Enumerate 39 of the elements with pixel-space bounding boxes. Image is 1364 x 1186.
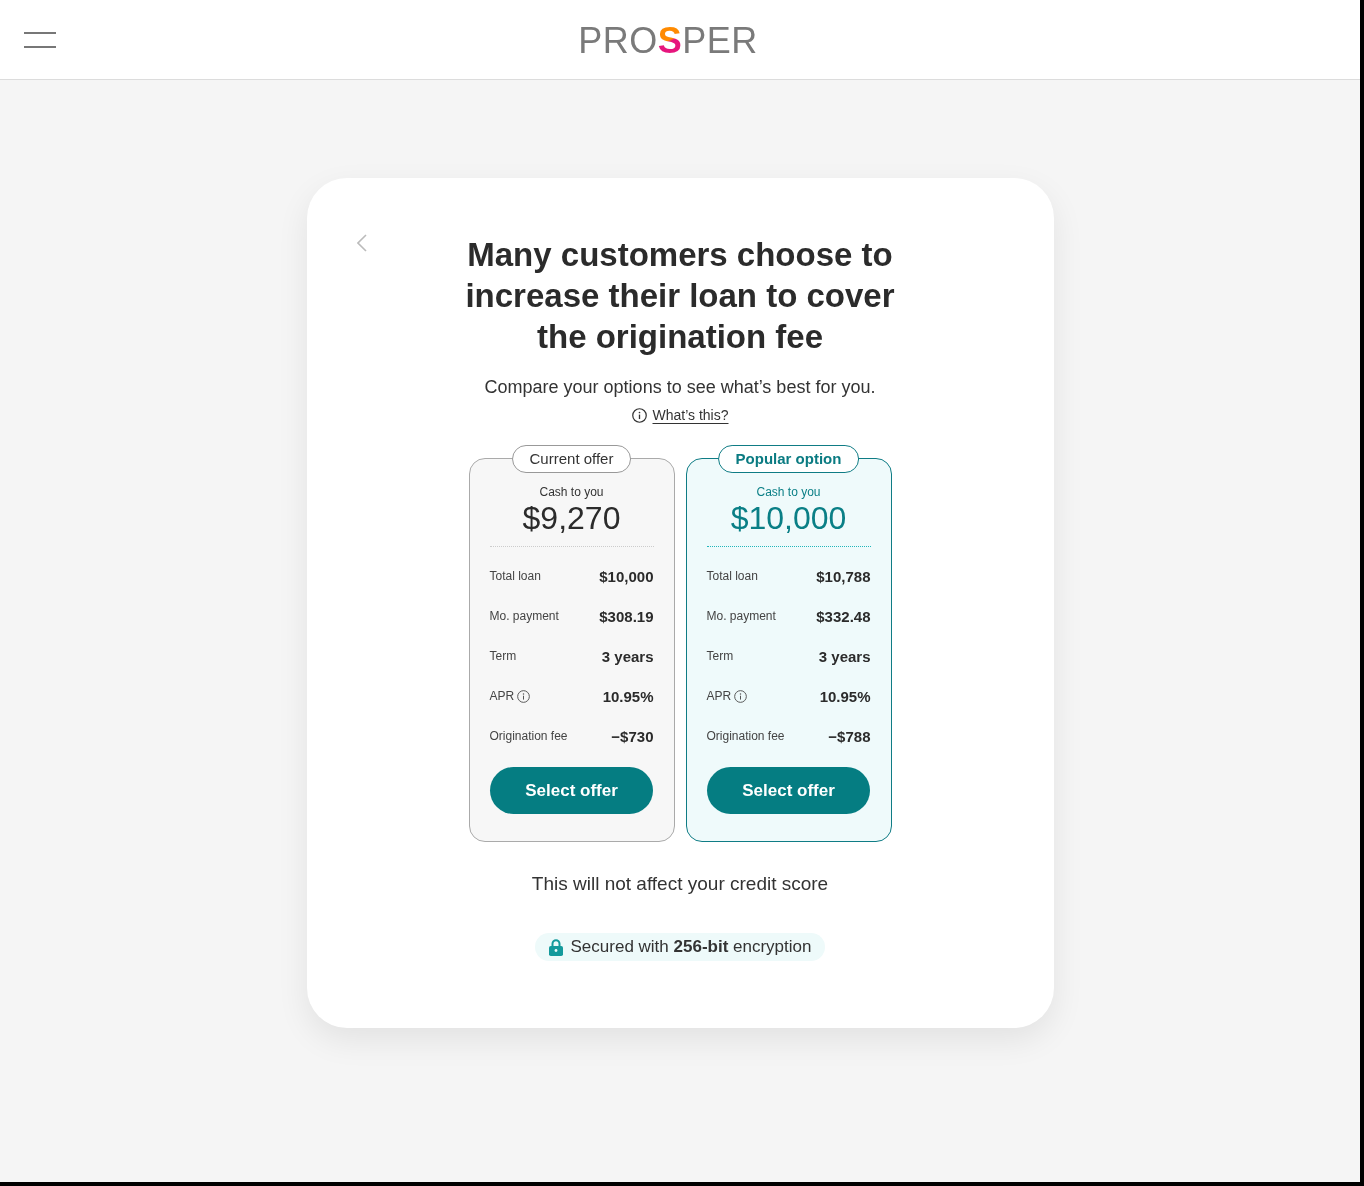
cash-amount: $10,000 (730, 500, 847, 536)
detail-value: $332.48 (816, 607, 871, 625)
detail-label: APR (706, 689, 732, 703)
page-title: Many customers choose to increase their loan to cover the origination fee (464, 235, 896, 357)
detail-value: $10,000 (599, 567, 654, 585)
cash-label: Cash to you (539, 484, 604, 500)
detail-label: APR (489, 689, 515, 703)
detail-label: Term (706, 649, 734, 663)
detail-value: $10,788 (816, 567, 871, 585)
detail-label: Total loan (489, 569, 541, 583)
subtitle: Compare your options to see what’s best for you. (484, 376, 876, 399)
detail-value: 10.95% (602, 687, 654, 705)
detail-label: Term (489, 649, 517, 663)
detail-value: −$730 (611, 727, 654, 745)
credit-note: This will not affect your credit score (531, 872, 829, 896)
detail-label: Origination fee (706, 729, 785, 743)
logo[interactable]: PROSPER (578, 18, 758, 61)
detail-label: Mo. payment (706, 609, 776, 623)
select-offer-button[interactable]: Select offer (490, 767, 653, 814)
cash-amount: $9,270 (522, 500, 621, 536)
detail-label: Origination fee (489, 729, 568, 743)
detail-value: 10.95% (819, 687, 871, 705)
info-icon[interactable] (734, 689, 748, 703)
offer-badge: Current offer (511, 445, 632, 473)
info-icon[interactable] (517, 689, 531, 703)
detail-value: 3 years (818, 647, 871, 665)
help-link[interactable]: What’s this? (652, 407, 729, 423)
menu-icon[interactable] (24, 31, 56, 48)
detail-value: 3 years (601, 647, 654, 665)
lock-icon (548, 938, 563, 956)
detail-value: −$788 (828, 727, 871, 745)
detail-value: $308.19 (599, 607, 654, 625)
security-text: Secured with 256-bit encryption (570, 937, 812, 957)
detail-label: Total loan (706, 569, 758, 583)
offer-badge: Popular option (717, 445, 860, 473)
detail-label: Mo. payment (489, 609, 559, 623)
cash-label: Cash to you (756, 484, 821, 500)
select-offer-button[interactable]: Select offer (707, 767, 870, 814)
info-icon (631, 407, 647, 423)
